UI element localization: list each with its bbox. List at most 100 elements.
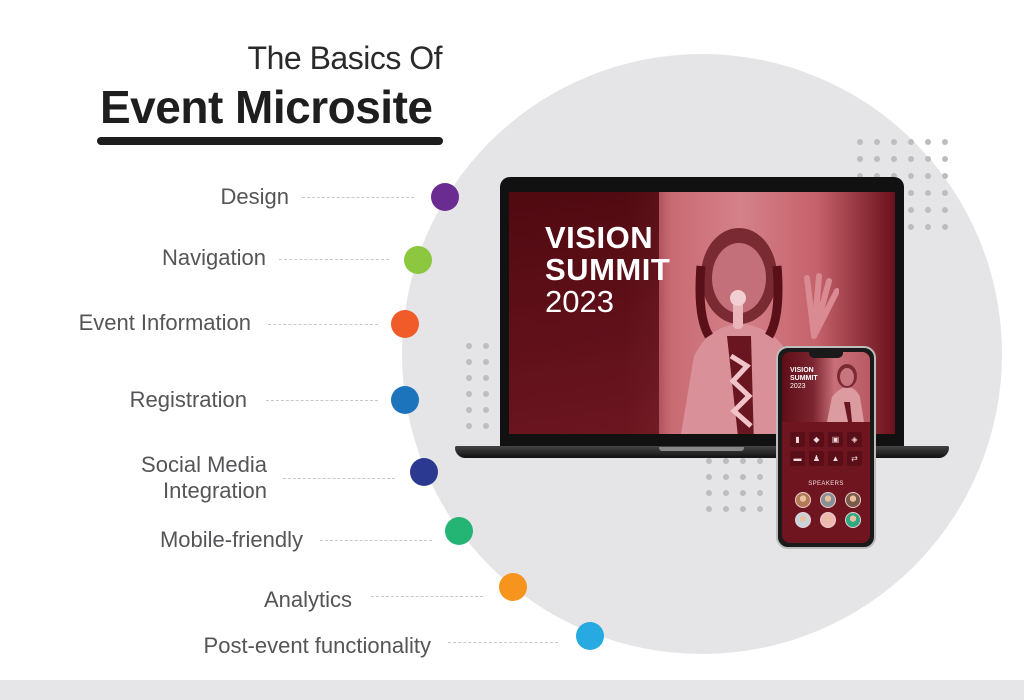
decorative-dot (706, 506, 712, 512)
decorative-dot (483, 423, 489, 429)
event-title-line: VISION (545, 220, 654, 255)
feature-dot-social-media-integration (410, 458, 438, 486)
decorative-dot (723, 490, 729, 496)
avatar[interactable] (820, 492, 836, 508)
decorative-dot (908, 173, 914, 179)
decorative-dot (942, 156, 948, 162)
phone-event-year: 2023 (790, 383, 806, 390)
feature-dot-analytics (499, 573, 527, 601)
decorative-dot (740, 506, 746, 512)
decorative-dot (483, 375, 489, 381)
decorative-dot (942, 190, 948, 196)
podium-icon[interactable]: ▲ (828, 451, 843, 466)
feature-label-line: Integration (163, 478, 267, 503)
feature-label-event-information: Event Information (78, 310, 251, 335)
message-icon[interactable]: ▣ (828, 432, 843, 447)
title-underline (97, 137, 443, 145)
decorative-dot (942, 173, 948, 179)
decorative-dot (757, 458, 763, 464)
schedule-icon[interactable]: ▬ (790, 451, 805, 466)
decorative-dot (757, 490, 763, 496)
decorative-dot (466, 407, 472, 413)
decorative-dot (723, 458, 729, 464)
decorative-dot (942, 139, 948, 145)
decorative-dot (466, 375, 472, 381)
decorative-dot (857, 156, 863, 162)
decorative-dot (874, 139, 880, 145)
phone-event-title: VISION SUMMIT (790, 367, 818, 383)
phone-notch (809, 352, 843, 358)
decorative-dot (925, 224, 931, 230)
decorative-dot (891, 139, 897, 145)
decorative-dot (757, 474, 763, 480)
event-title-line: SUMMIT (545, 252, 671, 287)
speaker-avatars (795, 492, 861, 528)
feature-label-navigation: Navigation (162, 245, 266, 270)
connector-line (266, 400, 378, 401)
phone-title-line: SUMMIT (790, 375, 818, 382)
decorative-dot (908, 190, 914, 196)
feature-dot-navigation (404, 246, 432, 274)
feature-dot-event-information (391, 310, 419, 338)
connector-line (279, 259, 389, 260)
page-subtitle: The Basics Of (247, 40, 443, 76)
decorative-dot (942, 207, 948, 213)
feature-label-registration: Registration (129, 387, 247, 412)
speaker-icon[interactable]: ♟ (809, 451, 824, 466)
feature-dot-mobile-friendly (445, 517, 473, 545)
avatar[interactable] (845, 512, 861, 528)
decorative-dot (466, 423, 472, 429)
feature-dot-design (431, 183, 459, 211)
decorative-dot (723, 474, 729, 480)
decorative-dot (942, 224, 948, 230)
phone-title-line: VISION (790, 367, 814, 374)
feature-label-mobile-friendly: Mobile-friendly (159, 527, 303, 552)
feature-label-post-event-functionality: Post-event functionality (203, 633, 431, 658)
avatar[interactable] (795, 492, 811, 508)
transfer-icon[interactable]: ⇄ (847, 451, 862, 466)
connector-line (283, 478, 395, 479)
feature-dot-registration (391, 386, 419, 414)
decorative-dot (706, 458, 712, 464)
decorative-dot (740, 474, 746, 480)
feature-label-analytics: Analytics (263, 587, 352, 612)
decorative-dot (891, 156, 897, 162)
avatar[interactable] (795, 512, 811, 528)
laptop-notch (659, 447, 744, 451)
decorative-dot (925, 190, 931, 196)
decorative-dot (740, 490, 746, 496)
phone-feature-icons: ▮ ◆ ▣ ◈ ▬ ♟ ▲ ⇄ (790, 432, 862, 466)
connector-line (302, 197, 414, 198)
decorative-dot (925, 173, 931, 179)
chat-bubbles-icon[interactable]: ◈ (847, 432, 862, 447)
decorative-dot (723, 506, 729, 512)
dot-pattern-left (466, 343, 489, 429)
decorative-dot (925, 156, 931, 162)
phone-screen: VISION SUMMIT 2023 ▮ ◆ ▣ ◈ ▬ ♟ ▲ ⇄ SPEAK… (782, 352, 870, 543)
connector-line (320, 540, 432, 541)
chat-icon[interactable]: ◆ (809, 432, 824, 447)
avatar[interactable] (845, 492, 861, 508)
decorative-dot (908, 224, 914, 230)
decorative-dot (925, 139, 931, 145)
connector-line (448, 642, 558, 643)
feature-label-design: Design (220, 184, 289, 209)
feature-label-line: Social Media (141, 452, 267, 477)
decorative-dot (706, 474, 712, 480)
connector-line (371, 596, 483, 597)
decorative-dot (483, 407, 489, 413)
decorative-dot (483, 391, 489, 397)
bar-chart-icon[interactable]: ▮ (790, 432, 805, 447)
decorative-dot (466, 343, 472, 349)
avatar[interactable] (820, 512, 836, 528)
decorative-dot (857, 139, 863, 145)
decorative-dot (874, 156, 880, 162)
decorative-dot (483, 343, 489, 349)
decorative-dot (757, 506, 763, 512)
decorative-dot (908, 207, 914, 213)
feature-label-social-media-integration: Social Media Integration (141, 452, 267, 504)
phone-mockup: VISION SUMMIT 2023 ▮ ◆ ▣ ◈ ▬ ♟ ▲ ⇄ SPEAK… (776, 346, 876, 549)
decorative-dot (466, 391, 472, 397)
decorative-dot (925, 207, 931, 213)
event-title: VISION SUMMIT (545, 222, 670, 286)
